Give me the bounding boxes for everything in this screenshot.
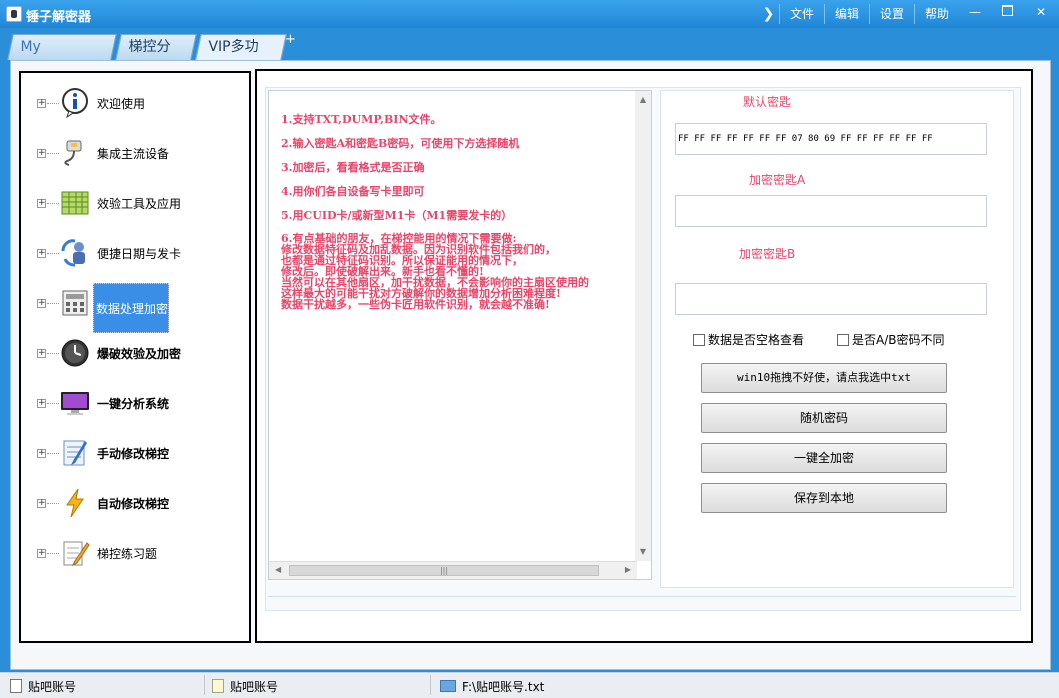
expand-icon[interactable]: +: [37, 299, 46, 308]
random-password-button[interactable]: 随机密码: [701, 403, 947, 433]
clock-icon: [61, 339, 89, 367]
minimize-button[interactable]: —: [959, 2, 991, 22]
tree-item-brute-verify[interactable]: + 爆破效验及加密: [21, 333, 249, 373]
tree-item-label: 爆破效验及加密: [97, 347, 182, 361]
menu-settings[interactable]: 设置: [870, 4, 915, 24]
folder-icon: [440, 680, 456, 692]
lightning-icon: [66, 488, 84, 518]
tree-item-data-encrypt[interactable]: + 数据处理加密: [21, 283, 249, 333]
tree-item-practice[interactable]: + 梯控练习题: [21, 533, 249, 573]
expand-icon[interactable]: +: [37, 349, 46, 358]
notepad-icon: [63, 440, 87, 466]
note-icon: [212, 679, 224, 693]
tree-item-welcome[interactable]: + 欢迎使用: [21, 83, 249, 123]
scroll-thumb[interactable]: |||: [289, 565, 599, 576]
close-button[interactable]: ✕: [1023, 2, 1059, 22]
horizontal-scrollbar[interactable]: ◀ ||| ▶: [269, 561, 637, 579]
chevron-right-icon[interactable]: ❯: [758, 4, 780, 24]
add-tab-button[interactable]: +: [285, 32, 296, 47]
instructions-text: 1.支持TXT,DUMP,BIN文件。 2.输入密匙A和密匙B密码，可使用下方选…: [281, 113, 589, 311]
expand-icon[interactable]: +: [37, 549, 46, 558]
app-title: 锤子解密器: [26, 10, 92, 25]
tree-item-verify-tools[interactable]: + 效验工具及应用: [21, 183, 249, 223]
monitor-icon: [61, 392, 89, 415]
tree-item-label: 梯控练习题: [97, 547, 158, 561]
tree-item-date-card[interactable]: + 便捷日期与发卡: [21, 233, 249, 273]
document-icon: [10, 679, 22, 693]
default-key-input[interactable]: FF FF FF FF FF FF FF 07 80 69 FF FF FF F…: [675, 123, 987, 155]
device-icon: [64, 140, 82, 166]
menu-edit[interactable]: 编辑: [825, 4, 870, 24]
sync-users-icon: [61, 239, 85, 267]
key-b-label: 加密密匙B: [739, 247, 796, 261]
feature-tree: + 欢迎使用 + 集成主流设备 + 效验工具及应用 + 便捷日期与发卡 + 数据…: [19, 71, 251, 643]
menu-bar: ❯ 文件 编辑 设置 帮助: [758, 4, 959, 24]
menu-file[interactable]: 文件: [780, 4, 825, 24]
scroll-up-icon[interactable]: ▲: [638, 95, 648, 105]
spreadsheet-icon: [61, 191, 89, 215]
maximize-button[interactable]: [991, 2, 1023, 22]
check-space-view[interactable]: 数据是否空格查看: [693, 331, 804, 348]
tree-item-label: 一键分析系统: [97, 397, 170, 411]
expand-icon[interactable]: +: [37, 449, 46, 458]
tree-item-label: 欢迎使用: [97, 97, 146, 111]
encrypt-all-button[interactable]: 一键全加密: [701, 443, 947, 473]
tree-item-one-click-analysis[interactable]: + 一键分析系统: [21, 383, 249, 423]
tab-strip: My compute 梯控分析 VIP多功能 +: [0, 28, 1059, 79]
select-txt-button[interactable]: win10拖拽不好使，请点我选中txt: [701, 363, 947, 393]
tree-item-label: 效验工具及应用: [97, 197, 182, 211]
content-inner: 1.支持TXT,DUMP,BIN文件。 2.输入密匙A和密匙B密码，可使用下方选…: [265, 87, 1021, 611]
vertical-scrollbar[interactable]: ▲ ▼: [635, 91, 651, 561]
tab-my-compute[interactable]: My compute: [7, 34, 117, 79]
main-client-area: + 欢迎使用 + 集成主流设备 + 效验工具及应用 + 便捷日期与发卡 + 数据…: [10, 60, 1051, 670]
tree-item-label: 集成主流设备: [97, 147, 170, 161]
tree-item-label: 数据处理加密: [93, 283, 169, 333]
tree-item-label: 手动修改梯控: [97, 447, 170, 461]
tab-vip-features[interactable]: VIP多功能: [195, 34, 287, 79]
status-bar: 贴吧账号 贴吧账号 F:\贴吧账号.txt: [0, 672, 1059, 698]
content-panel: 1.支持TXT,DUMP,BIN文件。 2.输入密匙A和密匙B密码，可使用下方选…: [255, 69, 1033, 643]
key-a-input[interactable]: [675, 195, 987, 227]
expand-icon[interactable]: +: [37, 249, 46, 258]
title-bar: 锤子解密器 ❯ 文件 编辑 设置 帮助 — ✕: [0, 0, 1059, 28]
scroll-down-icon[interactable]: ▼: [638, 547, 648, 557]
calculator-icon: [62, 290, 88, 316]
tree-item-label: 自动修改梯控: [97, 497, 170, 511]
scroll-left-icon[interactable]: ◀: [275, 565, 281, 574]
divider: [268, 596, 1016, 597]
status-item-filepath: F:\贴吧账号.txt: [440, 678, 544, 694]
expand-icon[interactable]: +: [37, 499, 46, 508]
check-ab-different[interactable]: 是否A/B密码不同: [837, 331, 945, 348]
checkbox-icon[interactable]: [693, 333, 705, 346]
expand-icon[interactable]: +: [37, 99, 46, 108]
info-icon: [62, 88, 88, 119]
key-form: 默认密匙 FF FF FF FF FF FF FF 07 80 69 FF FF…: [660, 90, 1014, 588]
key-b-input[interactable]: [675, 283, 987, 315]
checkbox-icon[interactable]: [837, 333, 849, 346]
save-local-button[interactable]: 保存到本地: [701, 483, 947, 513]
expand-icon[interactable]: +: [37, 399, 46, 408]
status-item-account: 贴吧账号: [10, 678, 76, 694]
tree-item-devices[interactable]: + 集成主流设备: [21, 133, 249, 173]
expand-icon[interactable]: +: [37, 149, 46, 158]
tree-item-manual-modify[interactable]: + 手动修改梯控: [21, 433, 249, 473]
scroll-right-icon[interactable]: ▶: [625, 565, 631, 574]
status-item-account-2: 贴吧账号: [212, 678, 278, 694]
app-logo-icon: [6, 6, 22, 22]
pencil-icon: [63, 541, 90, 567]
default-key-label: 默认密匙: [743, 95, 792, 109]
menu-help[interactable]: 帮助: [915, 4, 959, 24]
tree-item-auto-modify[interactable]: + 自动修改梯控: [21, 483, 249, 523]
instructions-textarea[interactable]: 1.支持TXT,DUMP,BIN文件。 2.输入密匙A和密匙B密码，可使用下方选…: [268, 90, 652, 580]
tree-item-label: 便捷日期与发卡: [97, 247, 182, 261]
expand-icon[interactable]: +: [37, 199, 46, 208]
tab-elevator-analysis[interactable]: 梯控分析: [115, 34, 197, 79]
key-a-label: 加密密匙A: [749, 173, 806, 187]
